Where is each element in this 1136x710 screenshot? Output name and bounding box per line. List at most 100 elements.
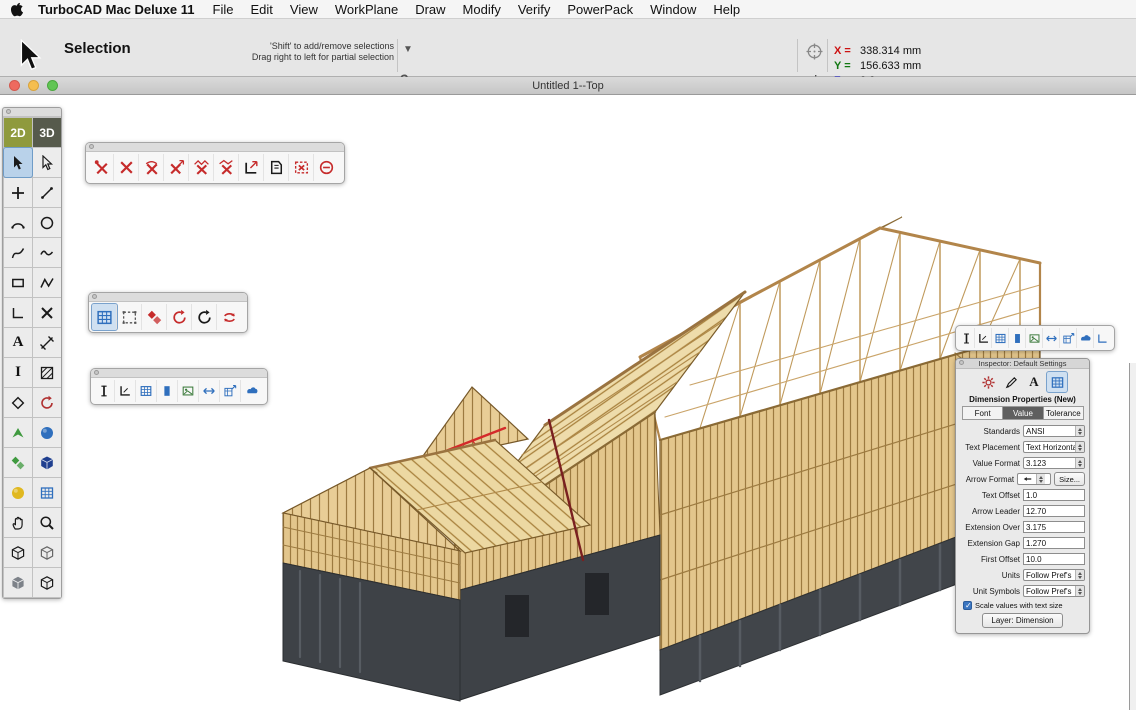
units-select[interactable]: Follow Pref's [1023, 569, 1085, 581]
snap-vertex[interactable] [89, 154, 114, 181]
circle-tool[interactable] [33, 208, 61, 237]
tab-tolerance[interactable]: Tolerance [1043, 406, 1084, 420]
pan-tool[interactable] [4, 508, 32, 537]
rb-corner-dim[interactable] [975, 328, 992, 348]
tab-font[interactable]: Font [962, 406, 1003, 420]
snap-midpoint[interactable] [214, 154, 239, 181]
text-placement-select[interactable]: Text Horizontal [1023, 441, 1085, 453]
rectangle-tool[interactable] [4, 268, 32, 297]
sphere-tool[interactable] [33, 418, 61, 447]
apple-menu-icon[interactable] [10, 2, 24, 17]
app-menu[interactable]: TurboCAD Mac Deluxe 11 [38, 2, 195, 17]
undo-move-tool[interactable] [167, 304, 192, 330]
db-arrows[interactable] [199, 380, 220, 402]
box-tool[interactable] [33, 448, 61, 477]
shaded-view-tool[interactable] [4, 568, 32, 597]
value-format-select[interactable]: 3.123 [1023, 457, 1085, 469]
extension-gap-input[interactable]: 1.270 [1023, 537, 1085, 549]
rb-cloud[interactable] [1077, 328, 1094, 348]
menu-window[interactable]: Window [650, 2, 696, 17]
select-grid-mode[interactable] [92, 304, 117, 330]
rb-column[interactable] [1009, 328, 1026, 348]
snap-none[interactable] [114, 154, 139, 181]
snap-aperture[interactable] [314, 154, 339, 181]
text-offset-input[interactable]: 1.0 [1023, 489, 1085, 501]
palette-header[interactable] [3, 108, 61, 117]
dimension-toolbar-header[interactable] [91, 369, 267, 378]
menu-draw[interactable]: Draw [415, 2, 445, 17]
drawing-canvas[interactable]: 2D3DAI Inspector: Default Settings A Dim… [0, 95, 1136, 710]
inspector-pen[interactable] [1001, 372, 1021, 392]
db-column[interactable] [157, 380, 178, 402]
snap-quadrant[interactable] [239, 154, 264, 181]
select-tool[interactable] [4, 148, 32, 177]
extrude-tool[interactable] [4, 418, 32, 447]
first-offset-input[interactable]: 10.0 [1023, 553, 1085, 565]
inspector-dimension[interactable] [1047, 372, 1067, 392]
menu-powerpack[interactable]: PowerPack [567, 2, 633, 17]
rb-vertical-dim[interactable] [958, 328, 975, 348]
inspector-settings[interactable] [978, 372, 998, 392]
flyout-arrow-icon[interactable] [403, 44, 413, 55]
snap-arc-center[interactable] [139, 154, 164, 181]
unit-symbols-select[interactable]: Follow Pref's [1023, 585, 1085, 597]
dimension-tool[interactable] [33, 328, 61, 357]
polyline-tool[interactable] [33, 268, 61, 297]
arc-tool[interactable] [4, 208, 32, 237]
mode-3d[interactable]: 3D [33, 118, 61, 147]
db-image[interactable] [178, 380, 199, 402]
standards-select[interactable]: ANSI [1023, 425, 1085, 437]
inspector-header[interactable]: Inspector: Default Settings [956, 359, 1089, 369]
menu-workplane[interactable]: WorkPlane [335, 2, 398, 17]
hatch-tool[interactable] [33, 358, 61, 387]
document-title-bar[interactable]: Untitled 1--Top [0, 77, 1136, 95]
canvas-scrollbar[interactable] [1129, 363, 1136, 710]
point-tool[interactable] [4, 178, 32, 207]
palette-close-button[interactable] [6, 109, 11, 114]
curve-tool[interactable] [4, 238, 32, 267]
snap-toolbar-close-button[interactable] [89, 144, 94, 149]
db-table-export[interactable] [220, 380, 241, 402]
snap-apparent-intersection[interactable] [189, 154, 214, 181]
coordinate-crosshair-icon[interactable] [806, 43, 823, 60]
cycle-selection-tool[interactable] [217, 304, 242, 330]
rb-leader[interactable] [1094, 328, 1111, 348]
arrow-format-select[interactable] [1017, 473, 1051, 485]
rb-table[interactable] [992, 328, 1009, 348]
extension-over-input[interactable]: 3.175 [1023, 521, 1085, 533]
snap-grid[interactable] [289, 154, 314, 181]
rb-arrows[interactable] [1043, 328, 1060, 348]
menu-file[interactable]: File [213, 2, 234, 17]
snap-toolbar-header[interactable] [86, 143, 344, 152]
snap-annotation[interactable] [264, 154, 289, 181]
menu-modify[interactable]: Modify [463, 2, 501, 17]
scale-values-checkbox[interactable] [963, 601, 972, 610]
erase-tool[interactable] [33, 298, 61, 327]
line-tool[interactable] [33, 178, 61, 207]
tab-value[interactable]: Value [1002, 406, 1043, 420]
spline-tool[interactable] [33, 238, 61, 267]
menu-verify[interactable]: Verify [518, 2, 551, 17]
select-alt-tool[interactable] [33, 148, 61, 177]
db-table[interactable] [136, 380, 157, 402]
transform-toolbar-close-button[interactable] [92, 294, 97, 299]
db-corner-dim[interactable] [115, 380, 136, 402]
transform-toolbar-header[interactable] [89, 293, 247, 302]
materials-tool[interactable] [33, 478, 61, 507]
zoom-tool[interactable] [33, 508, 61, 537]
hidden-line-view-tool[interactable] [33, 538, 61, 567]
rb-table-export[interactable] [1060, 328, 1077, 348]
db-vertical-dim[interactable] [94, 380, 115, 402]
render-view-tool[interactable] [33, 568, 61, 597]
workplane-tool[interactable] [4, 388, 32, 417]
inspector-text[interactable]: A [1024, 372, 1044, 392]
menu-help[interactable]: Help [713, 2, 740, 17]
render-tool[interactable] [4, 478, 32, 507]
inspector-close-button[interactable] [959, 360, 964, 365]
menu-edit[interactable]: Edit [250, 2, 272, 17]
text-tool[interactable]: A [4, 328, 32, 357]
layer-button[interactable]: Layer: Dimension [982, 613, 1062, 628]
boolean-tool[interactable] [4, 448, 32, 477]
menu-view[interactable]: View [290, 2, 318, 17]
select-rect-mode[interactable] [117, 304, 142, 330]
